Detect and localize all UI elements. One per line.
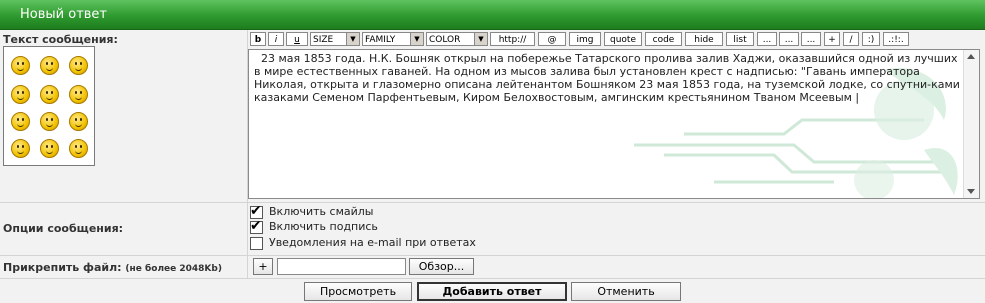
row-divider [0, 255, 985, 256]
option-label: Включить подпись [269, 220, 378, 233]
list-item-button[interactable]: ... [779, 32, 799, 46]
size-select[interactable]: SIZE ▼ [310, 32, 360, 46]
file-path-input[interactable] [277, 258, 406, 275]
sad-icon[interactable] [11, 112, 30, 131]
email-button[interactable]: @ [538, 32, 566, 46]
list-item-button[interactable]: ... [757, 32, 777, 46]
row-divider [0, 202, 985, 203]
color-select[interactable]: COLOR ▼ [426, 32, 488, 46]
scared-icon[interactable] [11, 85, 30, 104]
submit-button[interactable]: Добавить ответ [417, 282, 567, 301]
attach-label: Прикрепить файл: (не более 2048Kb) [3, 261, 222, 274]
wink-icon[interactable] [69, 139, 88, 158]
underline-button[interactable]: u [286, 32, 308, 46]
preview-button[interactable]: Просмотреть [304, 282, 412, 301]
form-title: Новый ответ [20, 7, 107, 22]
smiley-button[interactable]: :) [862, 32, 880, 46]
hide-button[interactable]: hide [685, 32, 723, 46]
unsure-icon[interactable] [40, 85, 59, 104]
attach-limit: (не более 2048Kb) [125, 264, 222, 274]
message-text-label: Текст сообщения: [3, 33, 118, 46]
options-label: Опции сообщения: [3, 222, 124, 235]
img-button[interactable]: img [569, 32, 601, 46]
extra-button[interactable]: .:!:. [883, 32, 909, 46]
scrollbar[interactable] [963, 50, 979, 198]
signature-checkbox[interactable] [250, 218, 263, 234]
form-header: Новый ответ [0, 0, 985, 30]
cool-icon[interactable] [69, 56, 88, 75]
shocked-icon[interactable] [69, 112, 88, 131]
options-row [0, 203, 985, 255]
quote-button[interactable]: quote [604, 32, 642, 46]
url-button[interactable]: http:// [490, 32, 535, 46]
option-label: Уведомления на e-mail при ответах [269, 236, 476, 249]
chevron-down-icon: ▼ [346, 33, 359, 45]
bold-button[interactable]: b [250, 32, 266, 46]
message-text: 23 мая 1853 года. Н.К. Бошняк открыл на … [254, 52, 960, 104]
smilies-panel [3, 46, 95, 166]
plus-button[interactable]: + [824, 32, 840, 46]
smile-icon[interactable] [11, 56, 30, 75]
list-item-button[interactable]: ... [801, 32, 821, 46]
tongue-icon[interactable] [11, 139, 30, 158]
add-file-button[interactable]: + [253, 258, 273, 275]
code-button[interactable]: code [645, 32, 682, 46]
option-label: Включить смайлы [269, 205, 374, 218]
chevron-down-icon: ▼ [410, 33, 423, 45]
close-tags-button[interactable]: / [843, 32, 859, 46]
chevron-down-icon: ▼ [474, 33, 487, 45]
scroll-down-icon[interactable] [967, 189, 975, 194]
browse-button[interactable]: Обзор... [409, 258, 474, 275]
rolleyes-icon[interactable] [40, 139, 59, 158]
family-select[interactable]: FAMILY ▼ [362, 32, 424, 46]
scroll-up-icon[interactable] [967, 54, 975, 59]
grin-icon[interactable] [40, 56, 59, 75]
italic-button[interactable]: i [268, 32, 284, 46]
row-divider [0, 278, 985, 279]
cancel-button[interactable]: Отменить [571, 282, 681, 301]
list-button[interactable]: list [726, 32, 754, 46]
message-textarea[interactable]: 23 мая 1853 года. Н.К. Бошняк открыл на … [248, 49, 980, 199]
email-notify-checkbox[interactable] [250, 237, 263, 250]
blink-icon[interactable] [40, 112, 59, 131]
happy-icon[interactable] [69, 85, 88, 104]
